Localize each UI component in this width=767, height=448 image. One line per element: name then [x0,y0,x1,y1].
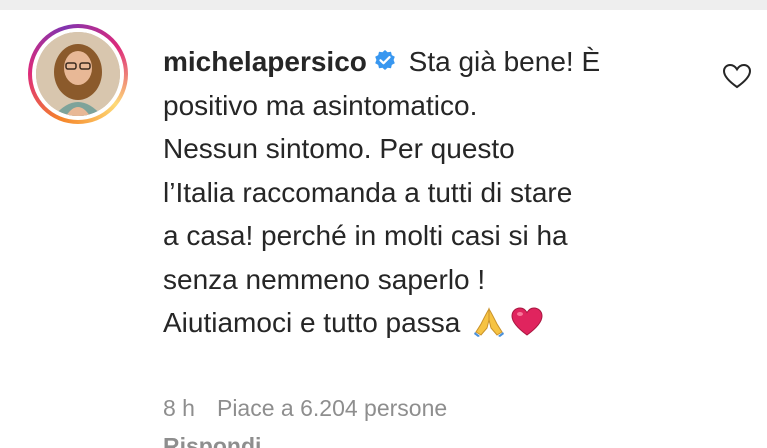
comment: michelapersico Sta già bene! È positivo … [0,10,767,448]
comment-text-7: Aiutiamoci e tutto passa [163,307,461,338]
avatar[interactable] [28,24,128,124]
comment-line-2: positivo ma asintomatico. [163,89,478,121]
comment-time: 8 h [163,395,195,421]
like-heart-icon[interactable] [721,62,753,90]
comment-line-6: senza nemmeno saperlo ! [163,263,486,295]
comment-body: michelapersico Sta già bene! È positivo … [163,40,693,345]
top-divider [0,0,767,10]
comment-line-1: michelapersico Sta già bene! È [163,40,693,84]
comment-meta: 8 h Piace a 6.204 persone [163,395,447,422]
likes-count[interactable]: Piace a 6.204 persone [217,395,447,421]
reply-button[interactable]: Rispondi [163,433,261,448]
comment-line-5: a casa! perché in molti casi si ha [163,220,568,251]
avatar-gap [32,28,124,120]
comment-line-3: Nessun sintomo. Per questo [163,133,515,164]
avatar-image [36,32,120,116]
comment-text-1: Sta già bene! È [408,46,601,77]
red-heart-icon [510,306,544,338]
folded-hands-icon [472,306,506,338]
username[interactable]: michelapersico [163,46,367,77]
comment-line-4: l’Italia raccomanda a tutti di stare [163,176,573,208]
comment-line-7: Aiutiamoci e tutto passa [163,301,693,345]
verified-badge-icon [373,42,397,70]
avatar-portrait [36,32,120,116]
